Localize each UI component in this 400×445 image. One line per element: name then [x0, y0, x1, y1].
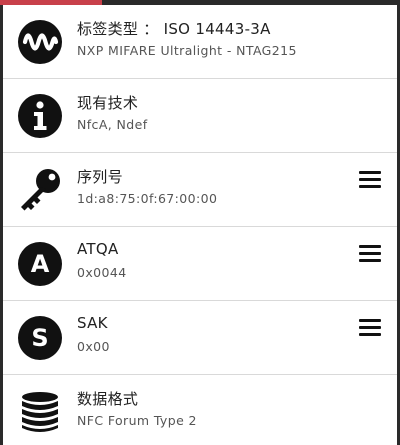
- atqa-menu-icon[interactable]: [359, 245, 383, 265]
- list-item-atqa[interactable]: A ATQA 0x0044: [3, 227, 397, 301]
- atqa-title: ATQA: [77, 240, 119, 258]
- technologies-title: 现有技术: [77, 94, 139, 112]
- serial-number-title: 序列号: [77, 168, 123, 186]
- letter-s-icon: S: [17, 315, 63, 361]
- list-item-data-format[interactable]: 数据格式 NFC Forum Type 2: [3, 375, 397, 445]
- tag-info-list: 标签类型 ： ISO 14443-3A NXP MIFARE Ultraligh…: [3, 5, 397, 445]
- sak-menu-icon[interactable]: [359, 319, 383, 339]
- tag-type-value: NXP MIFARE Ultralight - NTAG215: [77, 43, 297, 58]
- list-item-serial-number[interactable]: 序列号 1d:a8:75:0f:67:00:00: [3, 153, 397, 227]
- data-format-value: NFC Forum Type 2: [77, 413, 197, 428]
- list-item-technologies[interactable]: 现有技术 NfcA, Ndef: [3, 79, 397, 153]
- letter-a-icon: A: [17, 241, 63, 287]
- list-item-sak[interactable]: S SAK 0x00: [3, 301, 397, 375]
- info-icon: [17, 93, 63, 139]
- serial-number-value: 1d:a8:75:0f:67:00:00: [77, 191, 218, 206]
- sak-value: 0x00: [77, 339, 110, 354]
- technologies-value: NfcA, Ndef: [77, 117, 148, 132]
- serial-number-menu-icon[interactable]: [359, 171, 383, 191]
- atqa-value: 0x0044: [77, 265, 127, 280]
- tag-type-title: 标签类型 ： ISO 14443-3A: [77, 20, 271, 38]
- data-format-title: 数据格式: [77, 390, 139, 408]
- svg-text:A: A: [31, 250, 50, 278]
- database-icon: [17, 389, 63, 435]
- svg-text:S: S: [31, 324, 48, 352]
- sak-title: SAK: [77, 314, 108, 332]
- list-item-tag-type[interactable]: 标签类型 ： ISO 14443-3A NXP MIFARE Ultraligh…: [3, 5, 397, 79]
- waveform-icon: [17, 19, 63, 65]
- key-icon: [17, 167, 63, 213]
